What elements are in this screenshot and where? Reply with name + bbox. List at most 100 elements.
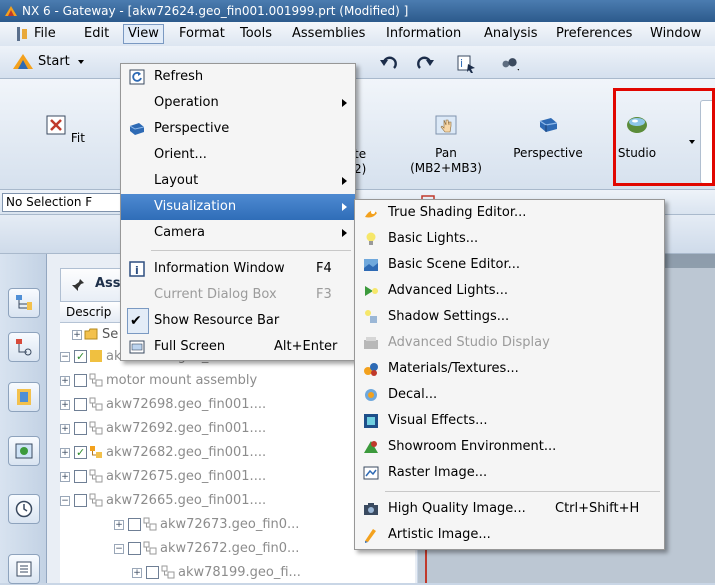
selection-filter-select[interactable]: No Selection F xyxy=(2,193,127,212)
assembly-icon xyxy=(161,565,175,579)
menu-information[interactable]: Information xyxy=(382,25,465,43)
menu-preferences[interactable]: Preferences xyxy=(552,25,636,43)
vis-menu-high-quality-image[interactable]: High Quality Image... Ctrl+Shift+H xyxy=(355,496,664,522)
menu-assemblies[interactable]: Assemblies xyxy=(288,25,369,43)
view-menu-visualization[interactable]: Visualization xyxy=(121,194,355,220)
expand-icon[interactable]: + xyxy=(114,520,124,530)
menu-item-label: Orient... xyxy=(154,147,207,162)
start-button[interactable]: Start xyxy=(10,51,110,73)
menu-analysis[interactable]: Analysis xyxy=(480,25,542,43)
menu-edit[interactable]: Edit xyxy=(80,25,113,43)
vis-menu-raster-image[interactable]: Raster Image... xyxy=(355,460,664,486)
menu-separator xyxy=(385,491,660,492)
view-menu-operation[interactable]: Operation xyxy=(121,90,355,116)
undo-icon[interactable] xyxy=(378,54,398,74)
collapse-icon[interactable]: − xyxy=(60,496,70,506)
view-popup-icon[interactable] xyxy=(500,54,520,74)
roles-tab[interactable] xyxy=(8,554,40,584)
menu-format[interactable]: Format xyxy=(175,25,229,43)
constraint-navigator-tab[interactable] xyxy=(8,332,40,362)
collapse-icon[interactable]: − xyxy=(60,352,70,362)
expand-icon[interactable]: + xyxy=(60,472,70,482)
visibility-checkbox[interactable] xyxy=(146,566,159,579)
menu-item-label: Decal... xyxy=(388,387,438,402)
pan-button[interactable]: Pan (MB2+MB3) xyxy=(400,114,492,176)
fit-button[interactable]: Fit xyxy=(45,114,85,146)
selection-info-icon[interactable]: i xyxy=(456,54,476,74)
menu-item-label: Full Screen xyxy=(154,339,226,354)
vis-menu-decal[interactable]: Decal... xyxy=(355,382,664,408)
menu-bar: File Edit View Format Tools Assemblies I… xyxy=(0,22,715,47)
collapse-icon[interactable]: − xyxy=(114,544,124,554)
full-screen-icon xyxy=(129,340,145,354)
visualization-submenu: True Shading Editor... Basic Lights... B… xyxy=(354,199,665,550)
perspective-button[interactable]: Perspective xyxy=(510,114,586,161)
vis-menu-advanced-lights[interactable]: Advanced Lights... xyxy=(355,278,664,304)
visibility-checkbox[interactable] xyxy=(74,374,87,387)
view-menu-information-window[interactable]: i Information Window F4 xyxy=(121,256,355,282)
menu-item-label: Artistic Image... xyxy=(388,527,491,542)
tree-row-sessions[interactable]: + Se xyxy=(60,323,124,347)
clock-icon xyxy=(15,500,33,518)
visibility-checkbox[interactable] xyxy=(128,542,141,555)
web-browser-tab[interactable] xyxy=(8,436,40,466)
true-shading-icon xyxy=(365,210,377,218)
materials-icon xyxy=(364,363,378,376)
view-menu-show-resource-bar[interactable]: ✔ Show Resource Bar xyxy=(121,308,355,334)
menu-file[interactable]: File xyxy=(30,25,60,43)
menu-window[interactable]: Window xyxy=(646,25,705,43)
vis-menu-basic-lights[interactable]: Basic Lights... xyxy=(355,226,664,252)
expand-icon[interactable]: + xyxy=(60,424,70,434)
expand-icon[interactable]: + xyxy=(60,376,70,386)
pin-icon[interactable] xyxy=(71,278,85,292)
menubar-grip-icon xyxy=(17,27,27,41)
advanced-lights-icon xyxy=(365,286,378,296)
visibility-checkbox[interactable] xyxy=(74,494,87,507)
view-menu-refresh[interactable]: Refresh xyxy=(121,64,355,90)
view-menu-orient[interactable]: Orient... xyxy=(121,142,355,168)
vis-menu-materials-textures[interactable]: Materials/Textures... xyxy=(355,356,664,382)
expand-icon[interactable]: + xyxy=(60,400,70,410)
assembly-navigator-tab[interactable] xyxy=(8,288,40,318)
vis-menu-visual-effects[interactable]: Visual Effects... xyxy=(355,408,664,434)
vis-menu-advanced-studio-display: Advanced Studio Display xyxy=(355,330,664,356)
view-menu-full-screen[interactable]: Full Screen Alt+Enter xyxy=(121,334,355,360)
visibility-checkbox[interactable] xyxy=(74,398,87,411)
visibility-checkbox[interactable] xyxy=(128,518,141,531)
expand-icon[interactable]: + xyxy=(132,568,142,578)
visibility-checkbox[interactable] xyxy=(74,441,87,465)
assembly-icon xyxy=(143,517,157,531)
pan-icon xyxy=(435,115,457,135)
artistic-image-icon xyxy=(365,529,376,543)
vis-menu-artistic-image[interactable]: Artistic Image... xyxy=(355,522,664,548)
vis-menu-true-shading-editor[interactable]: True Shading Editor... xyxy=(355,200,664,226)
visibility-checkbox[interactable] xyxy=(74,345,87,369)
visibility-checkbox[interactable] xyxy=(74,422,87,435)
menu-item-label: High Quality Image... xyxy=(388,501,526,516)
column-description[interactable]: Descrip xyxy=(66,302,111,322)
start-icon xyxy=(13,54,33,69)
redo-icon[interactable] xyxy=(416,54,436,74)
menu-view[interactable]: View xyxy=(123,24,164,44)
menu-item-label: Basic Lights... xyxy=(388,231,479,246)
high-quality-image-icon xyxy=(364,503,378,515)
menu-tools[interactable]: Tools xyxy=(236,25,276,43)
expand-icon[interactable]: + xyxy=(72,330,82,340)
vis-menu-basic-scene-editor[interactable]: Basic Scene Editor... xyxy=(355,252,664,278)
vis-menu-shadow-settings[interactable]: Shadow Settings... xyxy=(355,304,664,330)
view-menu-camera[interactable]: Camera xyxy=(121,220,355,246)
part-navigator-tab[interactable] xyxy=(8,382,40,412)
assembly-icon xyxy=(89,469,103,483)
expand-icon[interactable]: + xyxy=(60,448,70,458)
menu-item-shortcut: Alt+Enter xyxy=(274,339,338,354)
visibility-checkbox[interactable] xyxy=(74,470,87,483)
tree-row-label: akw72672.geo_fin0... xyxy=(160,541,300,556)
history-tab[interactable] xyxy=(8,494,40,524)
submenu-arrow-icon xyxy=(342,203,347,211)
view-menu-perspective[interactable]: Perspective xyxy=(121,116,355,142)
view-menu-layout[interactable]: Layout xyxy=(121,168,355,194)
menu-item-label: Information Window xyxy=(154,261,285,276)
submenu-arrow-icon xyxy=(342,229,347,237)
vis-menu-showroom-environment[interactable]: Showroom Environment... xyxy=(355,434,664,460)
svg-text:i: i xyxy=(135,264,139,277)
